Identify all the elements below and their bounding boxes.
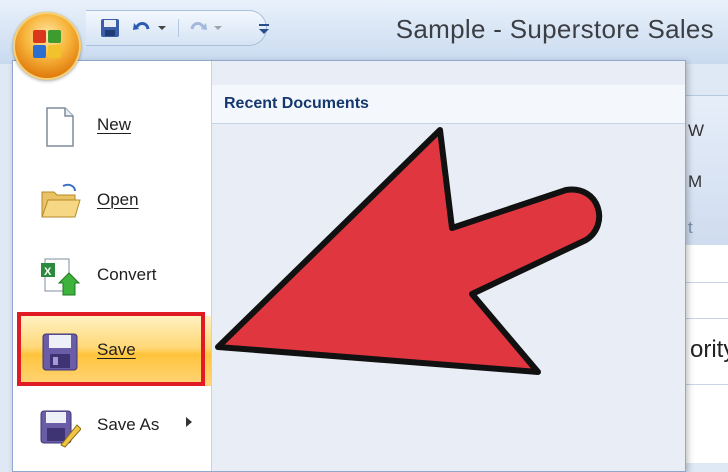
- quick-access-toolbar: [86, 10, 267, 46]
- office-menu: New Open X Convert Save Save As Recent D…: [12, 60, 686, 472]
- new-document-icon: [39, 105, 81, 149]
- redo-icon[interactable]: [186, 17, 210, 39]
- menu-item-save-as[interactable]: Save As: [21, 391, 211, 461]
- column-header-fragment: ority: [690, 336, 728, 363]
- recent-documents-header: Recent Documents: [212, 85, 685, 124]
- title-bar: Sample - Superstore Sales: [0, 0, 728, 64]
- save-highlight-box: [17, 312, 205, 386]
- grid-line: [686, 318, 728, 319]
- redo-dropdown-icon[interactable]: [212, 17, 224, 39]
- convert-icon: X: [39, 255, 81, 299]
- ribbon-fragment: t: [688, 218, 693, 237]
- ribbon-fragment: M: [688, 172, 703, 191]
- menu-item-label: Open: [97, 190, 139, 209]
- customize-icon[interactable]: [256, 18, 272, 40]
- undo-icon[interactable]: [130, 17, 154, 39]
- save-icon[interactable]: [98, 17, 122, 39]
- undo-dropdown-icon[interactable]: [156, 17, 168, 39]
- ribbon-fragment: W: [688, 121, 705, 140]
- menu-item-label: Convert: [97, 265, 157, 284]
- menu-item-convert[interactable]: X Convert: [21, 241, 211, 311]
- menu-item-label: New: [97, 115, 132, 134]
- svg-text:X: X: [44, 266, 52, 278]
- toolbar-separator: [178, 19, 179, 37]
- office-logo-icon: [33, 30, 61, 58]
- recent-documents-title: Recent Documents: [224, 95, 369, 112]
- grid-line: [686, 282, 728, 283]
- menu-item-new[interactable]: New: [21, 91, 211, 161]
- grid-line: [686, 384, 728, 385]
- menu-item-label: Save As: [97, 415, 160, 434]
- open-folder-icon: [39, 180, 81, 224]
- save-as-icon: [39, 405, 82, 449]
- recent-documents-pane: Recent Documents: [212, 61, 685, 471]
- submenu-arrow-icon[interactable]: [185, 416, 193, 431]
- window-title: Sample - Superstore Sales: [395, 14, 714, 44]
- office-button[interactable]: [13, 12, 81, 80]
- menu-commands-pane: New Open X Convert Save Save As: [13, 61, 212, 471]
- menu-item-open[interactable]: Open: [21, 166, 211, 236]
